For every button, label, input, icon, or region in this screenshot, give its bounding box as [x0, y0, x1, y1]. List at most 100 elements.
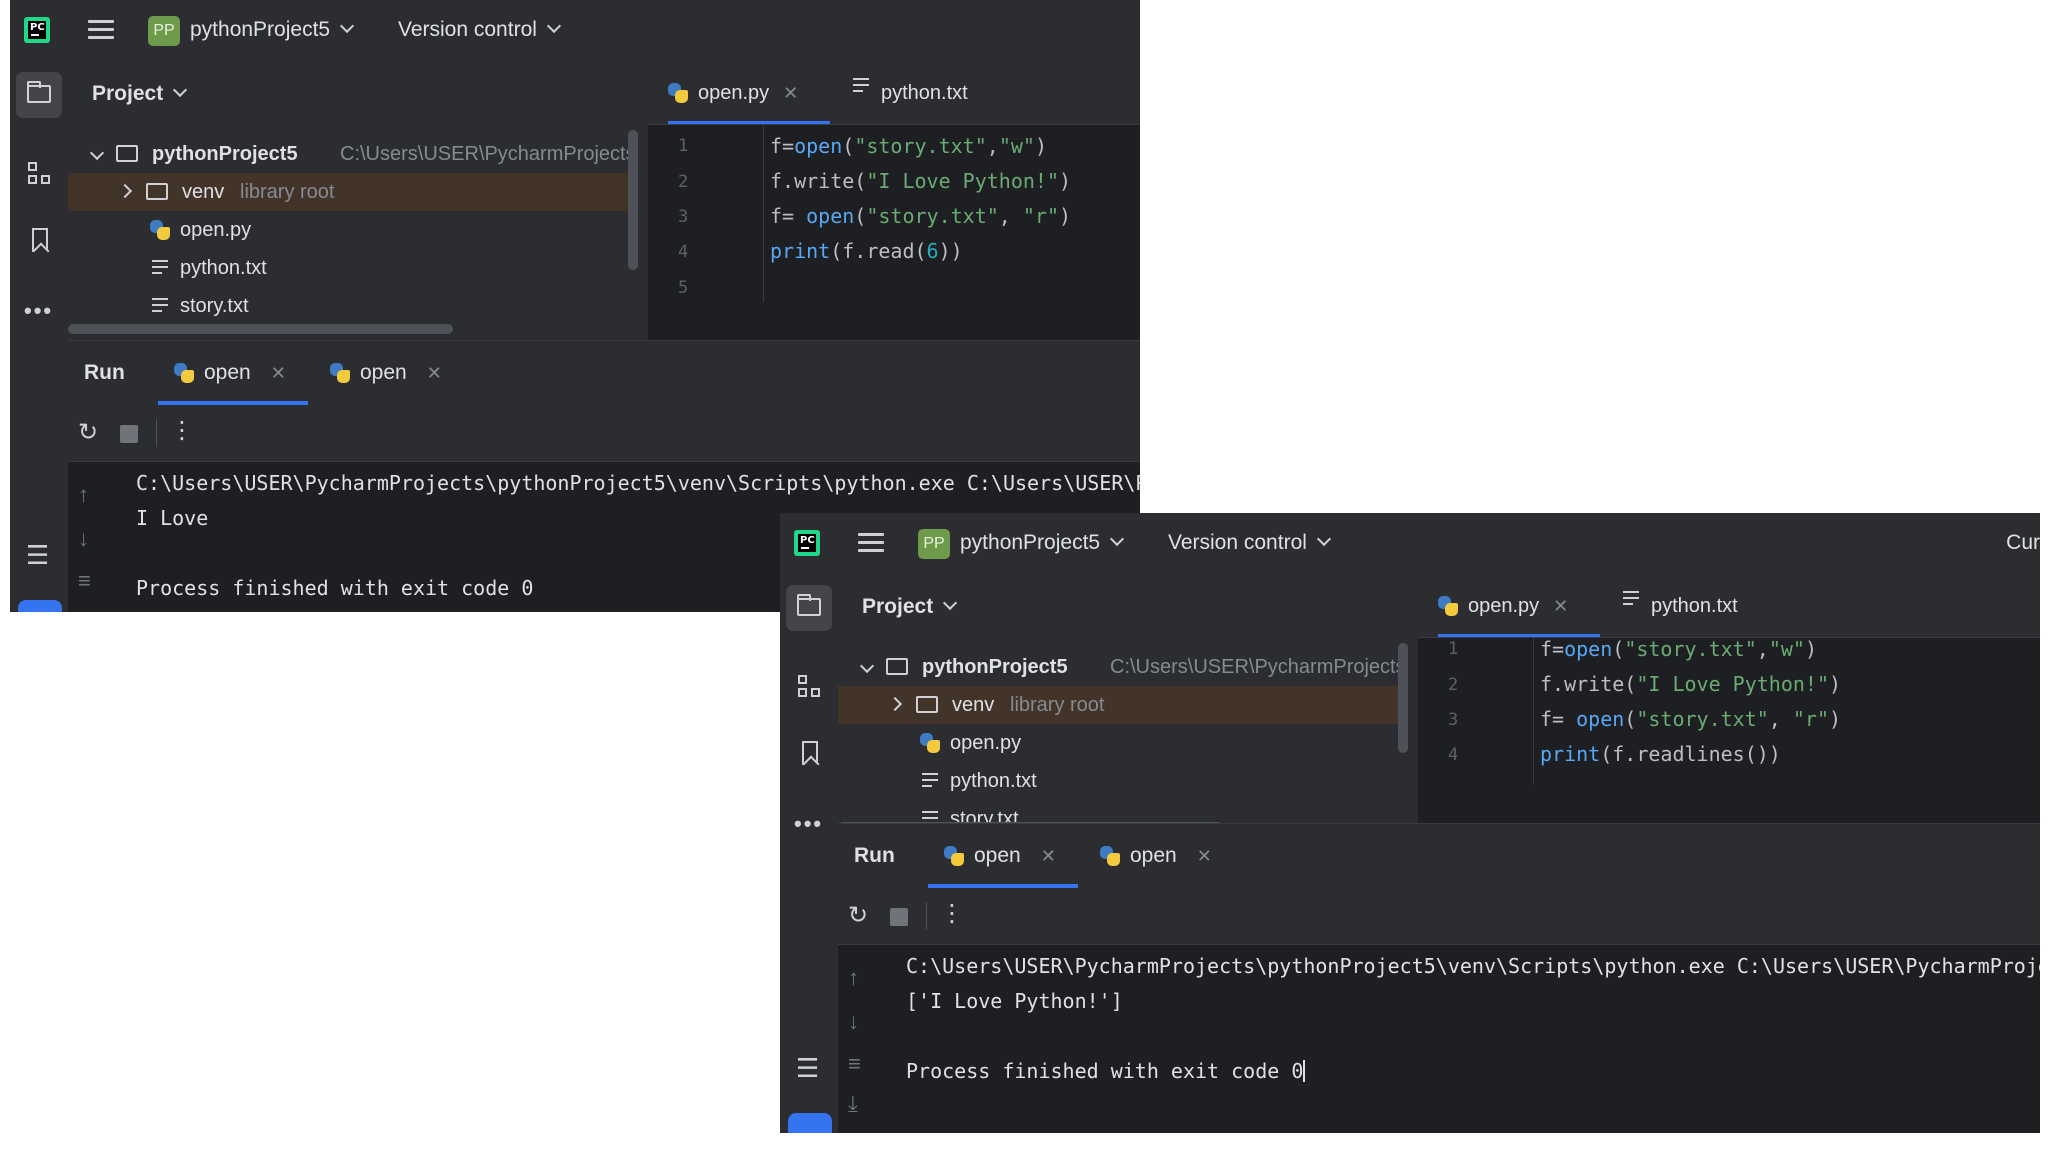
tab-python-txt[interactable]: python.txt — [853, 62, 968, 124]
chevron-down-icon[interactable] — [89, 145, 105, 161]
soft-wrap-icon[interactable]: ≡ — [78, 569, 91, 593]
toolbar-separator — [156, 419, 157, 447]
kebab-icon[interactable]: ⋮ — [940, 902, 964, 926]
list-icon[interactable]: ☰ — [22, 542, 56, 576]
bookmark-icon[interactable] — [792, 737, 826, 771]
pycharm-logo-icon[interactable]: PC — [24, 17, 50, 43]
editor-tabs: open.py ✕ python.txt — [648, 62, 1140, 125]
vertical-scrollbar[interactable] — [628, 130, 638, 270]
tree-item-root[interactable]: pythonProject5 C:\Users\USER\PycharmProj… — [838, 648, 1406, 686]
horizontal-scrollbar[interactable] — [68, 324, 453, 334]
run-tool-button[interactable] — [788, 1113, 832, 1133]
run-tab-open-2[interactable]: open ✕ — [330, 341, 442, 405]
tab-open-py[interactable]: open.py ✕ — [1438, 575, 1600, 637]
scroll-to-end-icon[interactable]: ⤓ — [848, 1092, 858, 1116]
line-gutter: 1 2 3 4 5 — [648, 124, 764, 302]
up-arrow-icon[interactable]: ↑ — [78, 483, 89, 507]
down-arrow-icon[interactable]: ↓ — [78, 527, 89, 551]
console-line[interactable]: ['I Love Python!'] — [906, 989, 1123, 1013]
tree-item-open-py[interactable]: open.py — [68, 211, 636, 249]
code-line[interactable]: f=open("story.txt","w") — [770, 134, 1047, 158]
run-tool-button[interactable] — [18, 600, 62, 612]
project-panel: Project pythonProject5 C:\Users\USER\Pyc… — [838, 575, 1418, 835]
code-line[interactable]: f= open("story.txt", "r") — [770, 204, 1071, 228]
project-badge[interactable]: PP — [918, 529, 950, 559]
close-icon[interactable]: ✕ — [783, 83, 798, 103]
bookmark-icon[interactable] — [22, 224, 56, 258]
python-file-icon — [1100, 846, 1120, 866]
run-tab-open-2[interactable]: open ✕ — [1100, 824, 1212, 888]
menu-icon[interactable] — [858, 533, 884, 553]
vertical-scrollbar[interactable] — [1398, 643, 1408, 753]
chevron-right-icon[interactable] — [887, 696, 903, 712]
version-control-menu[interactable]: Version control — [398, 18, 561, 42]
line-number: 1 — [678, 136, 689, 156]
project-badge[interactable]: PP — [148, 16, 180, 46]
more-icon[interactable]: ••• — [22, 294, 56, 328]
console-line[interactable]: C:\Users\USER\PycharmProjects\pythonProj… — [136, 471, 1140, 495]
tree-item-story-txt[interactable]: story.txt — [838, 800, 1406, 822]
code-line[interactable]: f= open("story.txt", "r") — [1540, 707, 1841, 731]
tab-python-txt[interactable]: python.txt — [1623, 575, 1738, 637]
run-toolbar: ↻ ⋮ — [838, 888, 2040, 945]
tree-item-venv[interactable]: venv library root — [68, 173, 636, 211]
soft-wrap-icon[interactable]: ≡ — [848, 1052, 861, 1076]
project-switcher[interactable]: pythonProject5 — [960, 531, 1125, 555]
run-tab-open[interactable]: open ✕ — [928, 824, 1078, 888]
project-panel-title[interactable]: Project — [92, 82, 188, 106]
tool-window-bar: ••• ☰ — [780, 575, 839, 1133]
folder-icon — [116, 145, 138, 162]
rerun-icon[interactable]: ↻ — [78, 421, 98, 445]
menu-icon[interactable] — [88, 20, 114, 40]
pycharm-logo-icon[interactable]: PC — [794, 530, 820, 556]
console-line[interactable]: C:\Users\USER\PycharmProjects\pythonProj… — [906, 954, 2040, 978]
tree-item-python-txt[interactable]: python.txt — [68, 249, 636, 287]
code-line[interactable]: f.write("I Love Python!") — [1540, 672, 1841, 696]
run-tab-open[interactable]: open ✕ — [158, 341, 308, 405]
more-icon[interactable]: ••• — [792, 807, 826, 841]
editor[interactable]: open.py ✕ python.txt 1 2 3 4 f=open("stor… — [1418, 575, 2040, 785]
stop-icon[interactable] — [120, 425, 138, 443]
close-icon[interactable]: ✕ — [1553, 596, 1568, 616]
code-line[interactable]: print(f.readlines()) — [1540, 742, 1781, 766]
project-panel-title[interactable]: Project — [862, 595, 958, 619]
code-line[interactable]: print(f.read(6)) — [770, 239, 963, 263]
version-control-menu[interactable]: Version control — [1168, 531, 1331, 555]
close-icon[interactable]: ✕ — [427, 363, 442, 383]
python-file-icon — [920, 733, 940, 753]
close-icon[interactable]: ✕ — [1197, 846, 1212, 866]
list-icon[interactable]: ☰ — [792, 1055, 826, 1089]
project-switcher[interactable]: pythonProject5 — [190, 18, 355, 42]
up-arrow-icon[interactable]: ↑ — [848, 966, 859, 990]
down-arrow-icon[interactable]: ↓ — [848, 1010, 859, 1034]
code-line[interactable]: f=open("story.txt","w") — [1540, 637, 1817, 661]
console-line[interactable]: I Love — [136, 506, 208, 530]
line-gutter: 1 2 3 4 — [1418, 637, 1534, 785]
structure-icon[interactable] — [22, 160, 56, 194]
run-tabs: Run open ✕ open ✕ — [838, 824, 2040, 889]
rerun-icon[interactable]: ↻ — [848, 904, 868, 928]
tree-item-venv[interactable]: venv library root — [838, 686, 1406, 724]
console-line[interactable]: Process finished with exit code 0 — [136, 576, 533, 600]
stop-icon[interactable] — [890, 908, 908, 926]
console-line[interactable]: Process finished with exit code 0 — [906, 1059, 1306, 1083]
root-path: C:\Users\USER\PycharmProjects\pythonProj… — [340, 143, 636, 165]
tree-item-root[interactable]: pythonProject5 C:\Users\USER\PycharmProj… — [68, 135, 636, 173]
chevron-down-icon[interactable] — [859, 658, 875, 674]
close-icon[interactable]: ✕ — [271, 363, 286, 383]
tab-open-py[interactable]: open.py ✕ — [668, 62, 830, 124]
close-icon[interactable]: ✕ — [1041, 846, 1056, 866]
editor[interactable]: open.py ✕ python.txt 1 2 3 4 5 f=open("st… — [648, 62, 1140, 302]
chevron-down-icon — [173, 82, 188, 98]
project-tool-button[interactable] — [786, 585, 832, 631]
code-line[interactable]: f.write("I Love Python!") — [770, 169, 1071, 193]
tree-item-python-txt[interactable]: python.txt — [838, 762, 1406, 800]
run-toolbar: ↻ ⋮ — [68, 405, 1140, 462]
tree-item-story-txt[interactable]: story.txt — [68, 287, 636, 325]
kebab-icon[interactable]: ⋮ — [170, 419, 194, 443]
tree-item-open-py[interactable]: open.py — [838, 724, 1406, 762]
chevron-right-icon[interactable] — [117, 183, 133, 199]
structure-icon[interactable] — [792, 673, 826, 707]
current-file-menu[interactable]: Cur — [2006, 531, 2040, 555]
project-tool-button[interactable] — [16, 72, 62, 118]
